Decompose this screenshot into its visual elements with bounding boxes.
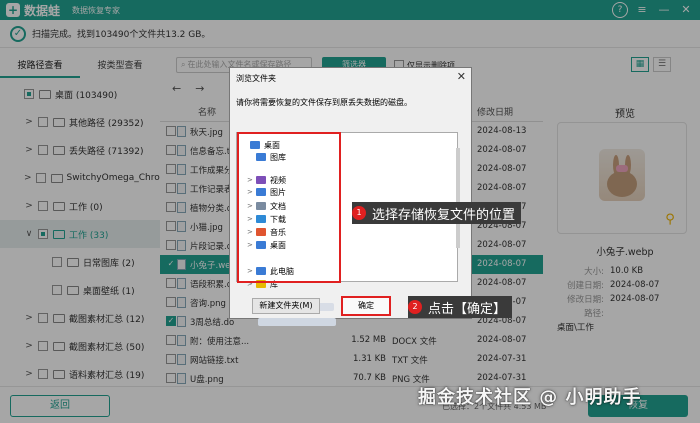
ok-button[interactable]: 确定	[341, 296, 391, 316]
dialog-message: 请你将需要恢复的文件保存到原丢失数据的磁盘。	[236, 98, 412, 107]
dialog-title: 浏览文件夹	[236, 74, 276, 83]
annotation-1: 1 选择存储恢复文件的位置	[352, 202, 522, 224]
annotation-badge: 2	[408, 300, 422, 314]
redacted-item	[258, 318, 336, 326]
dialog-close-icon[interactable]: ✕	[457, 70, 466, 83]
tree-scrollbar[interactable]	[456, 148, 460, 248]
annotation-2: 2 点击【确定】	[408, 296, 513, 318]
new-folder-button[interactable]: 新建文件夹(M)	[252, 298, 320, 314]
annotation-text: 选择存储恢复文件的位置	[372, 207, 516, 223]
browse-folder-dialog: 浏览文件夹 ✕ 请你将需要恢复的文件保存到原丢失数据的磁盘。 桌面 图库 > 视频 > 图…	[229, 67, 472, 326]
annotation-text: 点击【确定】	[428, 301, 507, 317]
watermark: 掘金技术社区 @ 小明助手	[418, 387, 642, 408]
annotation-badge: 1	[352, 206, 366, 220]
highlight-frame	[237, 132, 341, 283]
